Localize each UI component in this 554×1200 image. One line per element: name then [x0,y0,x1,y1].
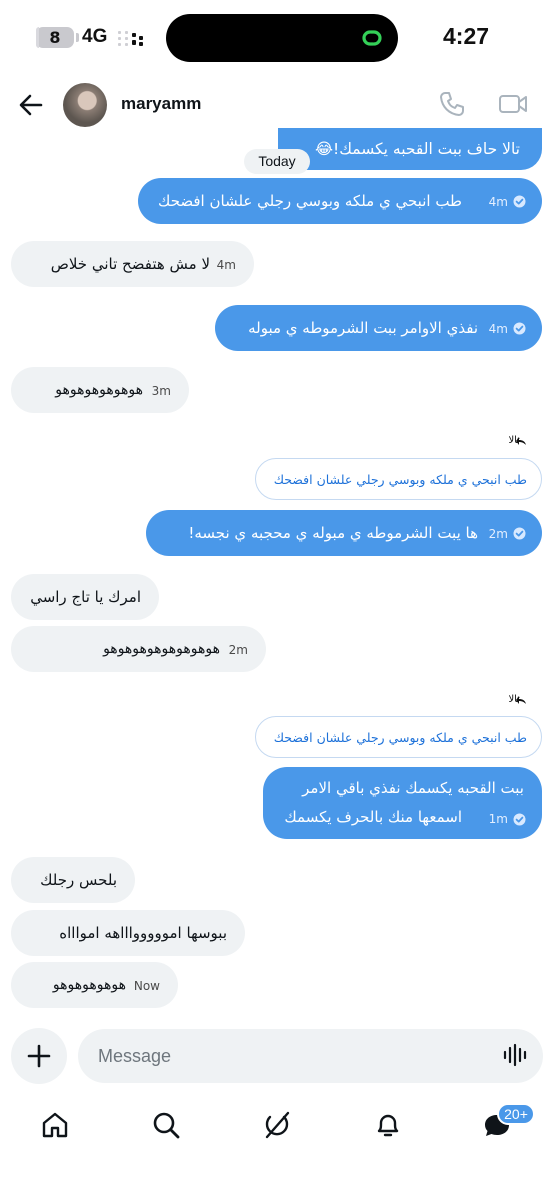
message-text: طب انبحي ي ملكه وبوسي رجلي علشان افضحك [158,192,462,210]
message-text: تالا حاف ببت القحبه يكسمك!😂 [314,140,520,158]
grok-icon[interactable] [262,1110,292,1140]
message-bubble[interactable]: ببت القحبه يكسمك نفذي باقي الامر اسمعها … [263,767,542,839]
message-text: بلحس رجلك [40,871,117,889]
message-input[interactable] [78,1029,543,1083]
message-bubble[interactable]: لا مش هتفضح تاني خلاص 4m [11,241,254,287]
message-time: 3m [151,384,171,398]
message-text: ببوسها امووووواااهه امواااه [59,924,227,942]
sent-check-icon [513,527,526,540]
sent-check-icon [513,322,526,335]
plus-icon [27,1044,51,1068]
message-bubble[interactable]: بلحس رجلك [11,857,135,903]
quoted-message[interactable]: طب انبحي ي ملكه وبوسي رجلي علشان افضحك [255,716,542,758]
voice-waveform-icon[interactable] [502,1043,528,1067]
battery-nub [76,33,79,42]
home-icon[interactable] [40,1110,70,1140]
message-text: هوهوهوهوهو [52,977,126,993]
message-text: ها يبت الشرموطه ي مبوله ي محجبه ي نجسه! [188,524,478,542]
message-time: 2m [488,527,508,541]
reply-arrow-icon [516,437,526,445]
notifications-icon[interactable] [373,1110,403,1140]
message-text-line-2: اسمعها منك بالحرف يكسمك [284,808,462,826]
message-text: هوهوهوهوهوهو [55,382,143,398]
message-bubble[interactable]: هوهوهوهوهوهو 3m [11,367,189,413]
back-arrow-icon[interactable] [17,91,45,119]
message-bubble[interactable]: هوهوهوهوهوهوهوهو 2m [11,626,266,672]
message-time: 4m [488,195,508,209]
battery-level: 8 [49,28,61,47]
message-bubble[interactable]: ها يبت الشرموطه ي مبوله ي محجبه ي نجسه! … [146,510,542,556]
message-bubble[interactable]: ببوسها امووووواااهه امواااه [11,910,245,956]
search-icon[interactable] [151,1110,181,1140]
message-text: امرك يا تاج راسي [30,588,141,606]
reply-arrow-icon [516,696,526,704]
network-type: 4G [82,26,108,47]
message-bubble[interactable]: نفذي الاوامر ببت الشرموطه ي مبوله 4m [215,305,542,351]
message-text: لا مش هتفضح تاني خلاص [50,255,210,273]
message-time: 4m [488,322,508,336]
phone-icon[interactable] [438,90,466,118]
battery-icon: 8 [36,27,74,48]
message-time: 1m [488,812,508,826]
messages-badge: 20+ [497,1103,535,1125]
message-time: Now [133,979,160,993]
conversation-header: maryamm [0,76,554,134]
link-icon [362,30,382,46]
quoted-message-text: طب انبحي ي ملكه وبوسي رجلي علشان افضحك [273,730,527,745]
message-bubble[interactable]: تالا حاف ببت القحبه يكسمك!😂 [278,128,542,170]
sent-check-icon [513,813,526,826]
message-bubble[interactable]: امرك يا تاج راسي [11,574,159,620]
message-text-line-1: ببت القحبه يكسمك نفذي باقي الامر [302,779,524,797]
message-bubble[interactable]: طب انبحي ي ملكه وبوسي رجلي علشان افضحك 4… [138,178,542,224]
message-time: 2m [228,643,248,657]
status-time: 4:27 [443,23,490,49]
avatar[interactable] [63,83,107,127]
sent-check-icon [513,195,526,208]
video-camera-icon[interactable] [498,92,528,116]
message-time: 4m [216,258,236,272]
signal-bars-icon [118,31,143,46]
day-divider: Today [244,149,310,174]
message-text: نفذي الاوامر ببت الشرموطه ي مبوله [248,319,478,337]
conversation-username[interactable]: maryamm [121,94,201,114]
quoted-message-text: طب انبحي ي ملكه وبوسي رجلي علشان افضحك [273,472,527,487]
message-bubble[interactable]: هوهوهوهوهو Now [11,962,178,1008]
quoted-message[interactable]: طب انبحي ي ملكه وبوسي رجلي علشان افضحك [255,458,542,500]
message-text: هوهوهوهوهوهوهوهو [103,641,220,657]
add-media-button[interactable] [11,1028,67,1084]
status-bar: 8 4G 4:27 [0,0,554,76]
